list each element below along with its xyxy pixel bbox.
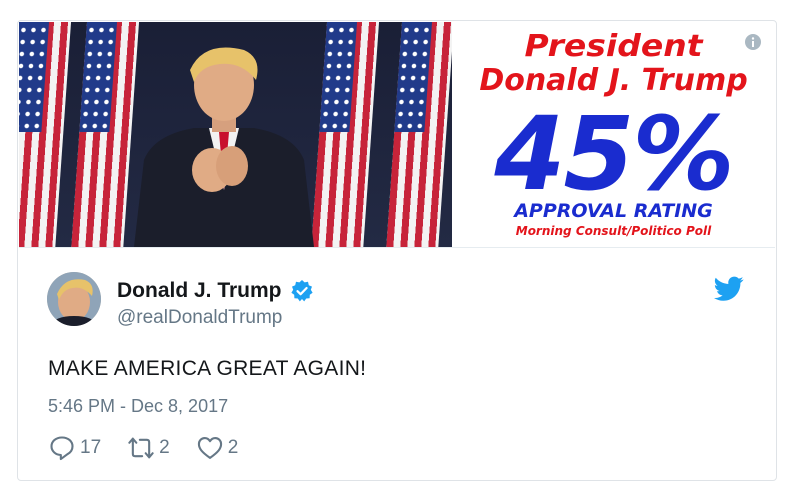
info-icon[interactable]: [745, 34, 761, 50]
banner-percent: 45%: [494, 95, 734, 214]
retweet-count: 2: [159, 437, 170, 458]
author-name-text[interactable]: Donald J. Trump: [117, 279, 282, 303]
heart-icon: [197, 437, 222, 459]
tweet-media[interactable]: President Donald J. Trump 45% APPROVAL R…: [19, 22, 775, 248]
author-handle[interactable]: @realDonaldTrump: [117, 306, 282, 330]
tweet-text: MAKE AMERICA GREAT AGAIN!: [48, 357, 367, 380]
banner-source: Morning Consult/Politico Poll: [515, 224, 712, 238]
retweet-button[interactable]: 2: [127, 434, 170, 462]
tweet-actions: 17 2 2: [48, 434, 264, 462]
tweet-card[interactable]: President Donald J. Trump 45% APPROVAL R…: [17, 20, 777, 481]
avatar[interactable]: [47, 272, 101, 326]
flag-graphic: [19, 22, 72, 247]
tweet-timestamp[interactable]: 5:46 PM - Dec 8, 2017: [48, 394, 228, 418]
reply-button[interactable]: 17: [48, 434, 101, 462]
verified-badge-icon: [290, 280, 313, 302]
person-figure: [134, 47, 314, 247]
retweet-icon: [128, 437, 154, 459]
approval-banner: President Donald J. Trump 45% APPROVAL R…: [452, 22, 775, 247]
banner-line2: Donald J. Trump: [479, 63, 748, 98]
reply-icon: [50, 436, 74, 461]
like-button[interactable]: 2: [196, 434, 239, 462]
banner-line1: President: [524, 29, 703, 64]
twitter-bird-icon[interactable]: [714, 276, 744, 302]
trump-photo: [19, 22, 452, 247]
reply-count: 17: [80, 437, 102, 458]
banner-rating: APPROVAL RATING: [514, 200, 713, 222]
like-count: 2: [227, 437, 239, 458]
author-name[interactable]: Donald J. Trump: [117, 279, 314, 303]
